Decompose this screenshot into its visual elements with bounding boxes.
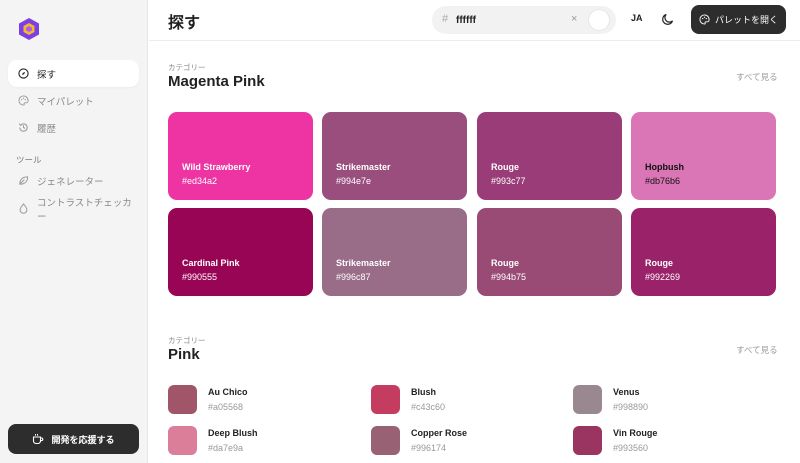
- language-button[interactable]: JA: [631, 13, 643, 23]
- moon-icon[interactable]: [661, 12, 675, 26]
- list-color-name: Blush: [411, 387, 437, 397]
- see-all-link[interactable]: すべて見る: [736, 344, 778, 356]
- color-list-item[interactable]: Venus #998890: [573, 383, 763, 415]
- support-button-label: 開発を応援する: [51, 434, 115, 445]
- card-color-name: Strikemaster: [336, 258, 391, 268]
- card-color-hex: #996c87: [336, 272, 371, 282]
- support-development-button[interactable]: 開発を応援する: [8, 424, 139, 454]
- category-label: カテゴリー: [168, 336, 206, 345]
- color-list-item[interactable]: Blush #c43c60: [371, 383, 561, 415]
- list-color-hex: #da7e9a: [208, 443, 244, 453]
- color-card[interactable]: Cardinal Pink #990555: [168, 208, 313, 296]
- color-swatch: [371, 385, 400, 414]
- list-color-name: Vin Rouge: [613, 428, 658, 438]
- history-icon: [18, 122, 29, 133]
- card-color-hex: #993c77: [491, 176, 526, 186]
- color-list-item[interactable]: Copper Rose #996174: [371, 424, 561, 456]
- color-card[interactable]: Rouge #994b75: [477, 208, 622, 296]
- card-color-name: Cardinal Pink: [182, 258, 240, 268]
- clear-search-button[interactable]: ×: [571, 13, 577, 25]
- color-card[interactable]: Strikemaster #996c87: [322, 208, 467, 296]
- sidebar-item-explore[interactable]: 探す: [8, 60, 139, 87]
- list-color-hex: #996174: [411, 443, 447, 453]
- color-swatch: [168, 385, 197, 414]
- color-card[interactable]: Rouge #992269: [631, 208, 776, 296]
- list-color-name: Venus: [613, 387, 640, 397]
- open-palette-label: パレットを開く: [714, 15, 778, 25]
- color-list-item[interactable]: Deep Blush #da7e9a: [168, 424, 358, 456]
- color-list-item[interactable]: Au Chico #a05568: [168, 383, 358, 415]
- list-color-name: Copper Rose: [411, 428, 468, 438]
- section-title-magenta-pink: Magenta Pink: [168, 73, 265, 90]
- page-title: 探す: [168, 15, 201, 32]
- card-color-name: Strikemaster: [336, 162, 391, 172]
- sidebar-item-label: コントラストチェッカー: [37, 197, 132, 223]
- list-color-hex: #a05568: [208, 402, 244, 412]
- app-logo[interactable]: [18, 17, 40, 41]
- sidebar-item-label: ジェネレーター: [37, 176, 104, 188]
- color-card[interactable]: Strikemaster #994e7e: [322, 112, 467, 200]
- card-color-name: Rouge: [645, 258, 673, 268]
- sidebar-item-label: 履歴: [37, 123, 57, 135]
- list-color-hex: #993560: [613, 443, 649, 453]
- search-color-swatch[interactable]: [589, 10, 609, 30]
- card-color-name: Wild Strawberry: [182, 162, 251, 172]
- main-content: カテゴリー Magenta Pink すべて見る Wild Strawberry…: [149, 41, 800, 463]
- card-color-name: Hopbush: [645, 162, 684, 172]
- list-color-name: Au Chico: [208, 387, 248, 397]
- color-swatch: [371, 426, 400, 455]
- category-label: カテゴリー: [168, 63, 206, 72]
- color-card[interactable]: Wild Strawberry #ed34a2: [168, 112, 313, 200]
- card-color-hex: #994b75: [491, 272, 527, 282]
- sidebar-item-history[interactable]: 履歴: [8, 114, 139, 141]
- color-swatch: [573, 385, 602, 414]
- see-all-link[interactable]: すべて見る: [736, 71, 778, 83]
- compass-icon: [18, 68, 29, 79]
- color-list-item[interactable]: Vin Rouge #993560: [573, 424, 763, 456]
- color-search-box: # ×: [432, 6, 616, 34]
- color-search-input[interactable]: [456, 12, 566, 28]
- sidebar-item-contrast-checker[interactable]: コントラストチェッカー: [8, 195, 139, 223]
- card-color-hex: #994e7e: [336, 176, 372, 186]
- color-swatch: [168, 426, 197, 455]
- palette-icon: [699, 14, 710, 25]
- color-card[interactable]: Rouge #993c77: [477, 112, 622, 200]
- droplet-icon: [18, 203, 29, 214]
- list-color-name: Deep Blush: [208, 428, 258, 438]
- tools-section-label: ツール: [16, 155, 42, 165]
- card-color-hex: #ed34a2: [182, 176, 218, 186]
- sidebar: 探す マイパレット 履歴 ツール ジェネレーター コントラストチェッカー 開発を…: [0, 0, 148, 463]
- color-card[interactable]: Hopbush #db76b6: [631, 112, 776, 200]
- top-header: 探す # × JA パレットを開く: [149, 0, 800, 41]
- section-title-pink: Pink: [168, 346, 200, 363]
- open-palette-button[interactable]: パレットを開く: [691, 5, 786, 34]
- coffee-icon: [32, 433, 44, 445]
- list-color-hex: #998890: [613, 402, 649, 412]
- list-color-hex: #c43c60: [411, 402, 446, 412]
- sidebar-item-my-palettes[interactable]: マイパレット: [8, 87, 139, 114]
- sidebar-item-generator[interactable]: ジェネレーター: [8, 167, 139, 194]
- color-swatch: [573, 426, 602, 455]
- sidebar-item-label: マイパレット: [37, 96, 94, 108]
- card-color-hex: #db76b6: [645, 176, 681, 186]
- card-color-hex: #990555: [182, 272, 218, 282]
- card-color-hex: #992269: [645, 272, 681, 282]
- leaf-icon: [18, 175, 29, 186]
- palette-icon: [18, 95, 29, 106]
- sidebar-item-label: 探す: [37, 69, 57, 81]
- hash-prefix: #: [442, 13, 449, 25]
- card-color-name: Rouge: [491, 258, 519, 268]
- card-color-name: Rouge: [491, 162, 519, 172]
